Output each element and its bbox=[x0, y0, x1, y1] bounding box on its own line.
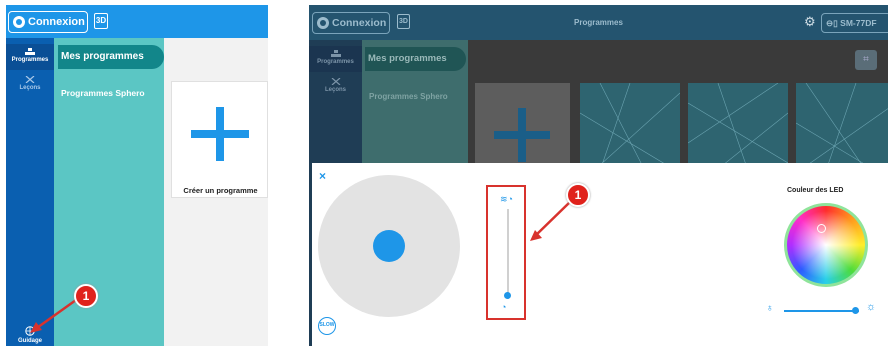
sidebar-item-label: Guidage bbox=[17, 338, 42, 344]
plus-icon bbox=[494, 108, 550, 162]
connect-button[interactable]: Connexion bbox=[8, 11, 88, 33]
brightness-slider-track[interactable] bbox=[784, 310, 859, 312]
sidebar-item-label: Leçons bbox=[19, 85, 41, 91]
tab-sphero-programs[interactable]: Programmes Sphero bbox=[369, 92, 448, 101]
callout-badge: 1 bbox=[566, 183, 590, 207]
programs-content: Créer un programme bbox=[164, 38, 268, 346]
sidebar-item-programs[interactable]: Programmes bbox=[309, 46, 362, 72]
fast-speed-icon: ≋◔ bbox=[500, 194, 513, 204]
left-screenshot: Connexion 3D Programmes Leçons Guidage M… bbox=[6, 5, 268, 346]
sidebar-rail: Programmes Leçons Guidage bbox=[6, 38, 54, 346]
view-3d-icon[interactable]: 3D bbox=[397, 14, 410, 29]
sidebar-item-label: Programmes bbox=[317, 59, 354, 65]
connect-label: Connexion bbox=[332, 17, 387, 29]
tutorial-composite: Connexion 3D Programmes Leçons Guidage M… bbox=[0, 0, 888, 350]
sidebar-item-programs[interactable]: Programmes bbox=[6, 44, 54, 70]
create-program-label: Créer un programme bbox=[183, 186, 258, 195]
sidebar-item-lessons[interactable]: Leçons bbox=[309, 78, 362, 98]
drive-panel: × SLOW ≋◔ ◔ Couleur des LED ♁ ☼ bbox=[312, 163, 888, 346]
speed-slider-thumb[interactable] bbox=[504, 291, 511, 299]
connect-label: Connexion bbox=[28, 16, 85, 28]
create-program-card[interactable]: Créer un programme bbox=[171, 81, 268, 198]
robot-icon: ⊖▯ bbox=[826, 18, 841, 28]
speed-slider-track[interactable] bbox=[507, 209, 509, 299]
brightness-low-icon: ♁ bbox=[766, 303, 774, 314]
globe-icon bbox=[25, 326, 35, 336]
plus-icon bbox=[191, 107, 249, 161]
device-label: SM-77DF bbox=[840, 18, 877, 28]
page-title: Programmes bbox=[574, 18, 623, 27]
view-3d-icon[interactable]: 3D bbox=[94, 13, 108, 29]
expand-icon[interactable]: ⌗ bbox=[855, 50, 877, 70]
joystick-knob[interactable] bbox=[373, 230, 405, 262]
tab-sphero-programs[interactable]: Programmes Sphero bbox=[61, 88, 145, 98]
lessons-icon bbox=[25, 76, 35, 83]
color-picker-handle[interactable] bbox=[817, 224, 826, 233]
tab-my-programs[interactable]: Mes programmes bbox=[58, 45, 164, 69]
sidebar-item-label: Programmes bbox=[11, 57, 49, 63]
right-screenshot: Connexion 3D Programmes ⚙ ⊖▯ SM-77DF Pro… bbox=[309, 5, 888, 346]
close-icon[interactable]: × bbox=[319, 169, 326, 183]
gear-icon[interactable]: ⚙ bbox=[804, 15, 816, 28]
device-button[interactable]: ⊖▯ SM-77DF bbox=[821, 13, 888, 33]
callout-badge: 1 bbox=[74, 284, 98, 308]
led-color-wheel[interactable] bbox=[784, 203, 868, 287]
programs-panel: Mes programmes Programmes Sphero bbox=[54, 38, 164, 346]
tab-my-programs[interactable]: Mes programmes bbox=[365, 47, 466, 71]
brightness-slider-thumb[interactable] bbox=[852, 307, 860, 314]
speed-slider-highlight: ≋◔ ◔ bbox=[486, 185, 526, 320]
slow-speed-icon: ◔ bbox=[501, 302, 507, 312]
joystick-base[interactable] bbox=[318, 175, 460, 317]
sidebar-item-guide[interactable]: Guidage bbox=[6, 326, 54, 346]
connect-button[interactable]: Connexion bbox=[312, 12, 390, 34]
programs-icon bbox=[25, 48, 35, 55]
bluetooth-icon bbox=[13, 16, 25, 28]
lessons-icon bbox=[331, 78, 340, 85]
sidebar-item-label: Leçons bbox=[324, 87, 346, 93]
brightness-high-icon: ☼ bbox=[866, 301, 877, 313]
top-bar: Connexion 3D Programmes ⚙ ⊖▯ SM-77DF bbox=[309, 5, 888, 40]
top-bar: Connexion 3D bbox=[6, 5, 268, 38]
speed-badge-icon[interactable]: SLOW bbox=[318, 317, 336, 335]
led-color-title: Couleur des LED bbox=[787, 187, 844, 194]
programs-icon bbox=[330, 50, 341, 57]
sidebar-item-lessons[interactable]: Leçons bbox=[6, 76, 54, 96]
bluetooth-icon bbox=[317, 17, 329, 29]
